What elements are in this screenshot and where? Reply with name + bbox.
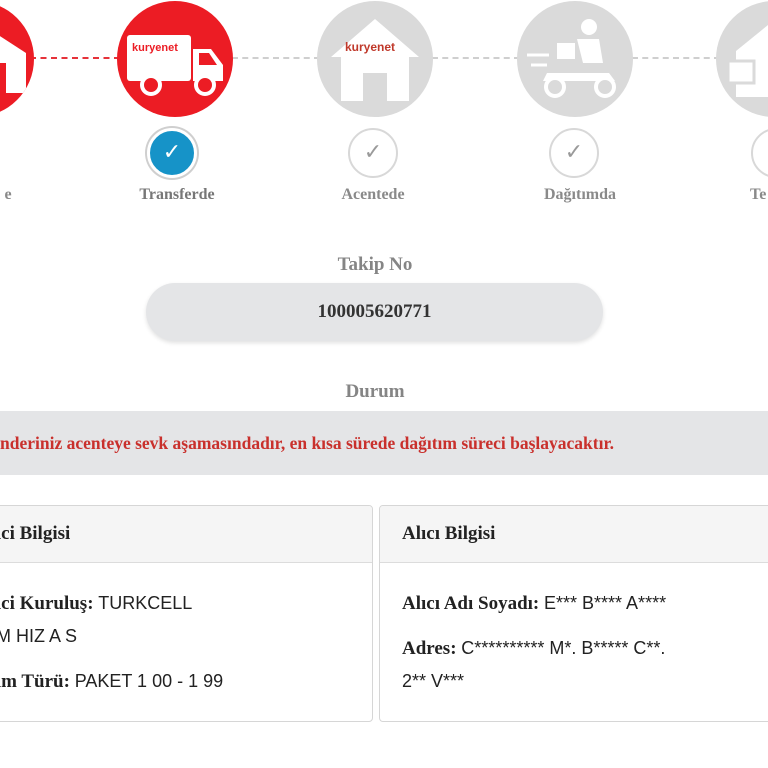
- step-connector: [632, 57, 720, 59]
- step-label-acentede: Acentede: [341, 186, 405, 203]
- step-circle-transferde: kuryenet: [117, 1, 233, 117]
- sender-info-card: erici Bilgisi erici Kuruluş: TURKCELL SI…: [0, 505, 373, 722]
- step-circle-teslim: [716, 1, 768, 117]
- step-label-previous: e: [4, 186, 12, 203]
- receiver-name-label: Alıcı Adı Soyadı:: [402, 593, 540, 614]
- sender-institution-label: erici Kuruluş:: [0, 593, 94, 614]
- step-connector-done: [30, 57, 120, 59]
- step-label-teslim: Te: [750, 186, 767, 203]
- truck-icon: kuryenet: [127, 35, 223, 96]
- step-check-teslim: ✓: [751, 128, 768, 178]
- status-message: nderiniz acenteye sevk aşamasındadır, en…: [0, 433, 614, 453]
- step-circle-previous: [0, 1, 34, 117]
- step-check-dagitimda: ✓: [549, 128, 599, 178]
- step-circle-dagitimda: [517, 1, 633, 117]
- receiver-name-value: E*** B**** A****: [544, 593, 667, 613]
- step-label-dagitimda: Dağıtımda: [544, 186, 616, 203]
- step-check-acentede: ✓: [348, 128, 398, 178]
- tracking-label: Takip No: [337, 254, 413, 275]
- delivered-house-icon: [726, 25, 768, 97]
- brand-logo-text: kuryenet: [345, 40, 395, 54]
- step-label-transferde: Transferde: [139, 186, 215, 203]
- status-label: Durum: [345, 381, 405, 402]
- warehouse-icon: [0, 36, 26, 93]
- tracking-number: 100005620771: [146, 283, 603, 341]
- sender-institution-value-line2: SIM HIZ A S: [0, 626, 78, 646]
- receiver-info-title: Alıcı Bilgisi: [380, 506, 768, 563]
- scooter-courier-icon: [527, 19, 616, 98]
- receiver-info-card: Alıcı Bilgisi Alıcı Adı Soyadı: E*** B**…: [379, 505, 768, 722]
- step-connector: [432, 57, 520, 59]
- sender-institution-value: TURKCELL: [98, 593, 193, 613]
- step-circle-acentede: kuryenet: [317, 1, 433, 117]
- receiver-address-value-line2: 2** V***: [402, 671, 465, 691]
- sender-info-title: erici Bilgisi: [0, 506, 372, 563]
- shipment-type-label: erim Türü:: [0, 671, 70, 692]
- status-bar: nderiniz acenteye sevk aşamasındadır, en…: [0, 411, 768, 475]
- house-icon: kuryenet: [331, 19, 419, 101]
- step-check-transferde: ✓: [147, 128, 197, 178]
- tracking-page: kuryenet kuryenet ✓ ✓ ✓ ✓: [0, 0, 768, 768]
- shipment-type-value: PAKET 1 00 - 1 99: [74, 671, 224, 691]
- receiver-address-label: Adres:: [402, 638, 457, 659]
- receiver-address-value: C********** M*. B***** C**.: [461, 638, 666, 658]
- brand-logo-text: kuryenet: [132, 42, 178, 54]
- step-connector: [232, 57, 320, 59]
